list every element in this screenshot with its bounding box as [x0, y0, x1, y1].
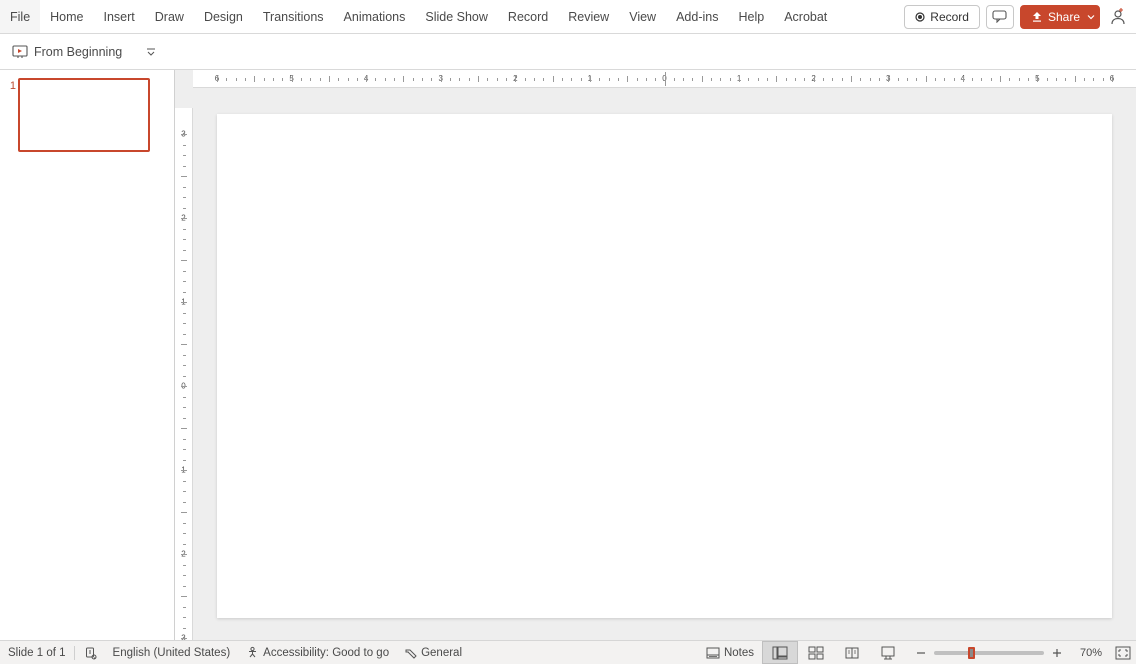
record-button-label: Record [930, 10, 969, 24]
notes-label: Notes [724, 647, 754, 659]
from-beginning-button[interactable]: From Beginning [6, 41, 128, 63]
view-reading-button[interactable] [834, 641, 870, 664]
chevron-down-icon [146, 47, 156, 57]
status-slide-counter[interactable]: Slide 1 of 1 [0, 641, 74, 664]
slide-canvas-area[interactable] [193, 88, 1136, 640]
present-icon [12, 45, 28, 59]
slide-thumbnail-pane[interactable]: 1 [0, 70, 175, 640]
tab-file[interactable]: File [0, 0, 40, 33]
zoom-out-button[interactable] [912, 644, 930, 662]
slide-thumbnail-number: 1 [4, 78, 18, 152]
slideshow-icon [880, 646, 896, 660]
notes-button[interactable]: Notes [698, 641, 762, 664]
share-button[interactable]: Share [1020, 5, 1100, 29]
accessibility-icon [246, 646, 259, 659]
tab-acrobat[interactable]: Acrobat [774, 0, 837, 33]
record-button[interactable]: Record [904, 5, 980, 29]
comment-icon [992, 10, 1007, 23]
slide-thumbnail[interactable] [18, 78, 150, 152]
zoom-in-button[interactable] [1048, 644, 1066, 662]
reading-view-icon [844, 646, 860, 660]
status-sensitivity[interactable]: General [397, 641, 470, 664]
tab-review[interactable]: Review [558, 0, 619, 33]
vertical-ruler: 3210123 [175, 108, 193, 640]
zoom-control [906, 644, 1072, 662]
workspace: 1 3210123 6543210123456 [0, 70, 1136, 640]
tab-draw[interactable]: Draw [145, 0, 194, 33]
status-language[interactable]: English (United States) [105, 641, 239, 664]
status-accessibility-label: Accessibility: Good to go [263, 647, 389, 659]
view-button-group [762, 641, 906, 664]
zoom-percent[interactable]: 70% [1072, 647, 1110, 659]
tab-home[interactable]: Home [40, 0, 93, 33]
tab-design[interactable]: Design [194, 0, 253, 33]
zoom-slider-thumb[interactable] [968, 647, 975, 659]
plus-icon [1052, 648, 1062, 658]
status-spellcheck[interactable] [75, 641, 105, 664]
tab-transitions[interactable]: Transitions [253, 0, 334, 33]
more-options-button[interactable] [140, 41, 162, 63]
normal-view-icon [772, 646, 788, 660]
from-beginning-label: From Beginning [34, 45, 122, 59]
chevron-down-icon [1087, 13, 1095, 21]
tab-help[interactable]: Help [728, 0, 774, 33]
zoom-slider[interactable] [934, 651, 1044, 655]
status-sensitivity-label: General [421, 647, 462, 659]
share-button-label: Share [1048, 10, 1080, 24]
tab-add-ins[interactable]: Add-ins [666, 0, 728, 33]
minus-icon [916, 648, 926, 658]
view-slide-sorter-button[interactable] [798, 641, 834, 664]
tab-view[interactable]: View [619, 0, 666, 33]
user-icon [1109, 8, 1127, 26]
notes-icon [706, 647, 720, 659]
status-accessibility[interactable]: Accessibility: Good to go [238, 641, 397, 664]
horizontal-ruler: 6543210123456 [193, 70, 1136, 88]
share-icon [1031, 11, 1043, 23]
tab-animations[interactable]: Animations [334, 0, 416, 33]
account-button[interactable] [1106, 5, 1130, 29]
status-bar: Slide 1 of 1 English (United States) Acc… [0, 640, 1136, 664]
ribbon-tabs: File Home Insert Draw Design Transitions… [0, 0, 1136, 34]
tab-insert[interactable]: Insert [94, 0, 145, 33]
tag-icon [405, 647, 417, 659]
fit-icon [1115, 646, 1131, 660]
tab-slide-show[interactable]: Slide Show [415, 0, 498, 33]
ribbon-content: From Beginning [0, 34, 1136, 70]
spellcheck-icon [83, 646, 97, 660]
view-normal-button[interactable] [762, 641, 798, 664]
slide[interactable] [217, 114, 1112, 618]
comments-button[interactable] [986, 5, 1014, 29]
fit-to-window-button[interactable] [1110, 646, 1136, 660]
slide-thumbnail-row[interactable]: 1 [0, 70, 174, 152]
slide-sorter-icon [808, 646, 824, 660]
tab-record[interactable]: Record [498, 0, 558, 33]
view-slideshow-button[interactable] [870, 641, 906, 664]
record-dot-icon [915, 12, 925, 22]
